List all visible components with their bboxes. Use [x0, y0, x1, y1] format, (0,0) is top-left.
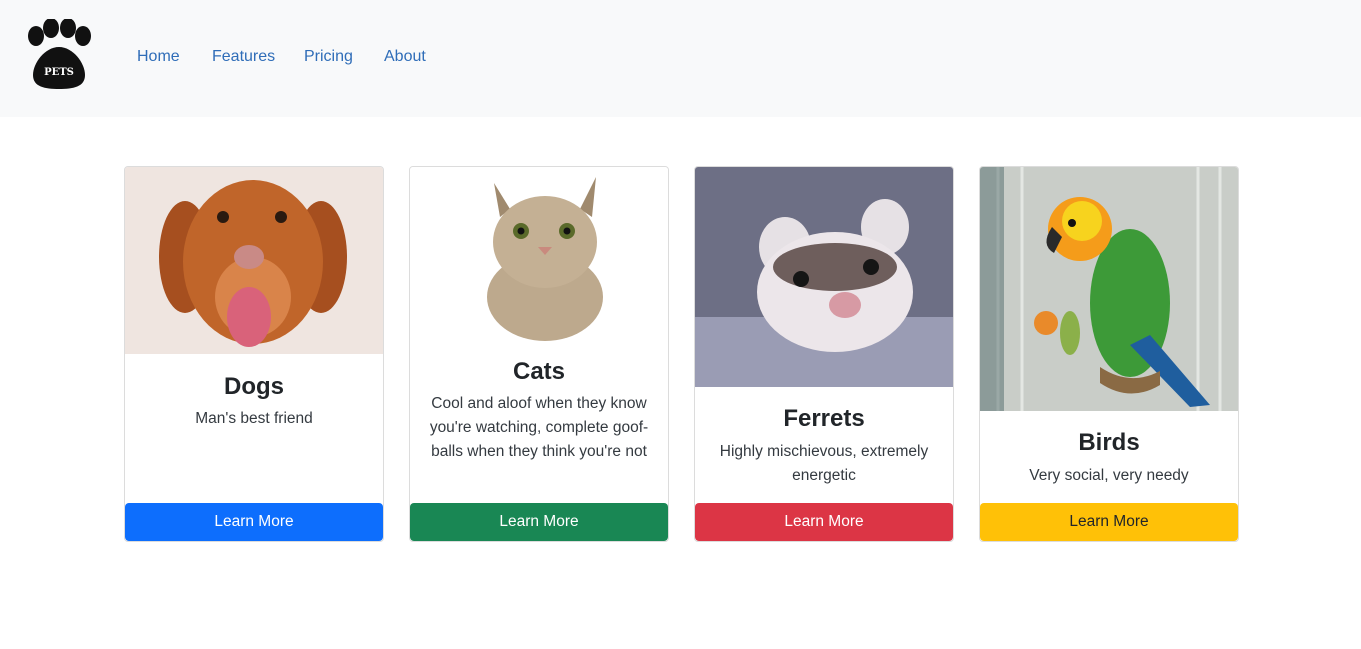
learn-more-button-dogs[interactable]: Learn More: [125, 503, 383, 541]
top-navbar: PETS Home Features Pricing About: [0, 0, 1361, 117]
card-text: Very social, very needy: [1029, 467, 1189, 484]
pets-paw-logo[interactable]: PETS: [21, 18, 97, 91]
card-text: Cool and aloof when they know you're wat…: [429, 395, 649, 460]
nav-link-home[interactable]: Home: [137, 47, 180, 67]
learn-more-button-birds[interactable]: Learn More: [980, 503, 1238, 541]
paw-icon: PETS: [28, 18, 91, 89]
learn-more-button-cats[interactable]: Learn More: [410, 503, 668, 541]
parrot-photo: [980, 167, 1238, 411]
card-cats: Cats Cool and aloof when they know you'r…: [409, 166, 669, 542]
nav-link-features[interactable]: Features: [212, 47, 275, 67]
dog-photo: [125, 167, 383, 354]
logo-text: PETS: [44, 67, 74, 78]
ferret-photo: [695, 167, 953, 387]
card-text: Man's best friend: [195, 410, 313, 427]
card-title: Dogs: [224, 373, 284, 400]
card-title: Cats: [512, 358, 566, 385]
card-dogs: Dogs Man's best friend Learn More: [124, 166, 384, 542]
card-birds: Birds Very social, very needy Learn More: [979, 166, 1239, 542]
nav-link-pricing[interactable]: Pricing: [304, 47, 353, 67]
nav-link-about[interactable]: About: [384, 47, 426, 67]
cat-photo: [410, 167, 668, 342]
card-title: Birds: [1078, 429, 1140, 456]
card-text: Highly mischievous, extremely energetic: [719, 443, 929, 484]
card-title: Ferrets: [783, 405, 865, 432]
learn-more-button-ferrets[interactable]: Learn More: [695, 503, 953, 541]
card-ferrets: Ferrets Highly mischievous, extremely en…: [694, 166, 954, 542]
